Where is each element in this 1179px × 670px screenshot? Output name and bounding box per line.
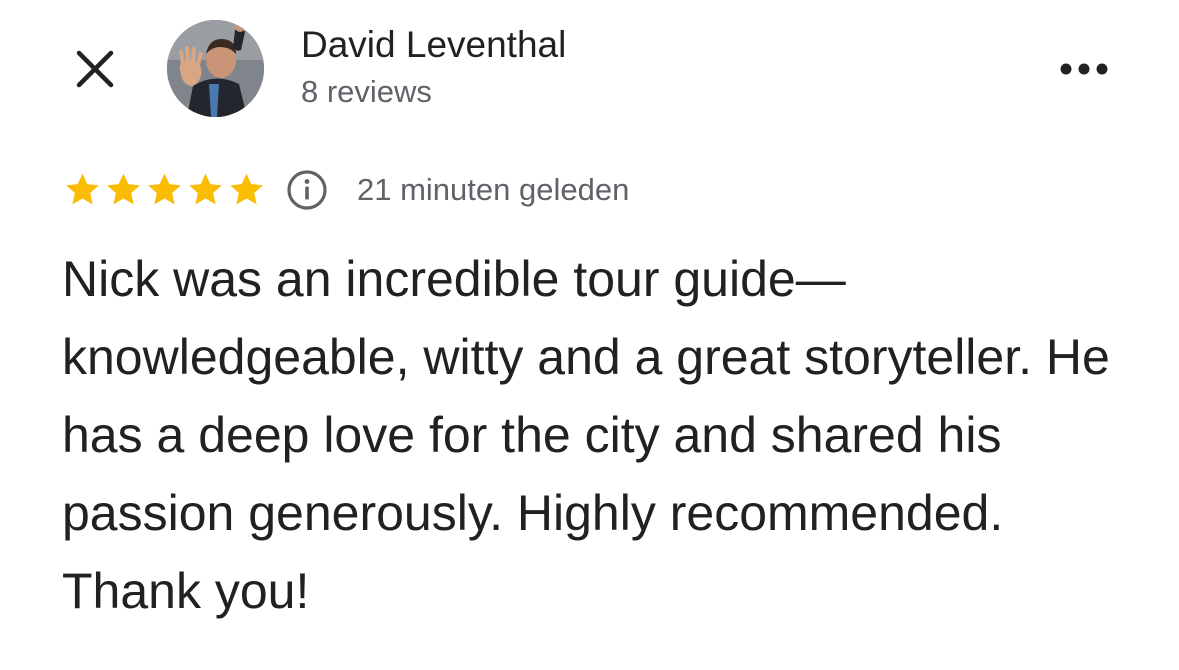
author-info[interactable]: David Leventhal 8 reviews <box>301 22 566 112</box>
review-text: Nick was an incredible tour guide—knowle… <box>62 251 1110 619</box>
close-button[interactable] <box>72 46 118 92</box>
star-icon <box>185 170 226 210</box>
more-options-button[interactable] <box>1056 56 1112 82</box>
star-icon <box>103 170 144 210</box>
review-timestamp: 21 minuten geleden <box>357 172 630 207</box>
author-name[interactable]: David Leventhal <box>301 22 566 68</box>
rating-row: 21 minuten geleden <box>62 168 629 212</box>
close-icon <box>76 50 114 88</box>
author-review-count: 8 reviews <box>301 74 432 109</box>
star-icon <box>226 170 267 210</box>
star-icon <box>144 170 185 210</box>
info-button[interactable] <box>285 168 329 212</box>
star-icon <box>62 170 103 210</box>
avatar-photo <box>167 20 264 117</box>
info-icon <box>287 170 327 210</box>
avatar[interactable] <box>167 20 264 117</box>
star-rating <box>62 170 267 210</box>
more-horizontal-icon <box>1060 63 1108 75</box>
